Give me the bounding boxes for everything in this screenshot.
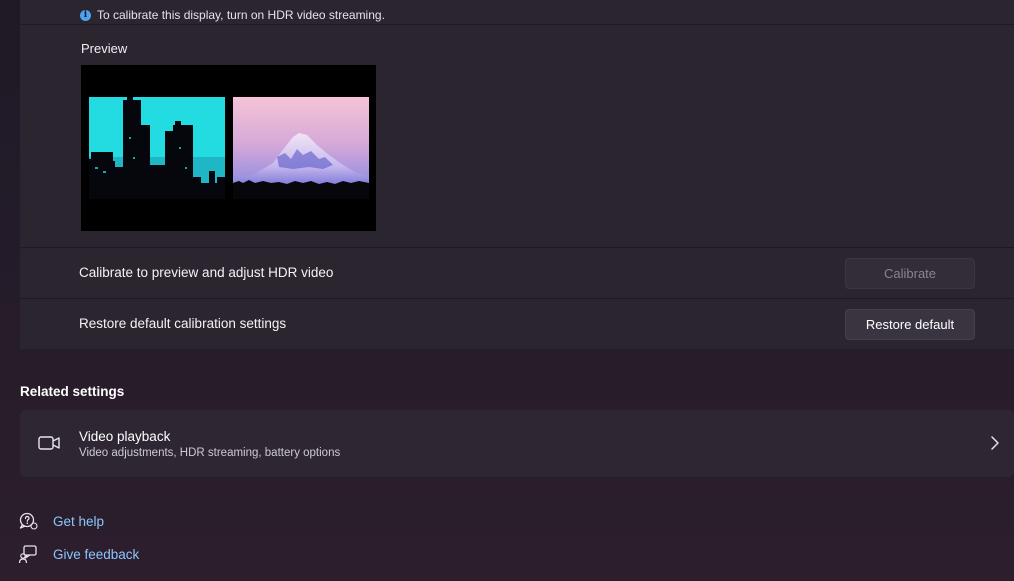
mountain-silhouette [233, 97, 369, 199]
preview-image [81, 65, 376, 231]
preview-label: Preview [81, 41, 128, 56]
calibrate-button[interactable]: Calibrate [845, 258, 975, 289]
give-feedback-link[interactable]: Give feedback [18, 543, 139, 565]
get-help-label: Get help [53, 513, 105, 529]
calibrate-row: Calibrate to preview and adjust HDR vide… [20, 248, 1014, 298]
feedback-icon [18, 545, 37, 564]
chevron-right-icon [991, 436, 999, 450]
help-chat-icon [19, 512, 38, 530]
give-feedback-label: Give feedback [53, 546, 140, 562]
video-playback-title: Video playback [79, 429, 171, 444]
restore-label: Restore default calibration settings [79, 316, 287, 331]
video-camera-icon [38, 436, 60, 450]
calibrate-label: Calibrate to preview and adjust HDR vide… [79, 265, 334, 280]
get-help-link[interactable]: Get help [18, 510, 104, 532]
restore-default-button[interactable]: Restore default [845, 309, 975, 340]
info-icon: i [80, 9, 91, 21]
info-message: i To calibrate this display, turn on HDR… [80, 8, 385, 22]
video-playback-item[interactable]: Video playback Video adjustments, HDR st… [20, 410, 1014, 477]
mountain-image [233, 97, 369, 199]
restore-row: Restore default calibration settings Res… [20, 299, 1014, 349]
info-text: To calibrate this display, turn on HDR v… [97, 8, 385, 22]
city-skyline-silhouette [89, 97, 225, 199]
video-playback-subtitle: Video adjustments, HDR streaming, batter… [79, 447, 341, 459]
city-skyline-image [89, 97, 225, 199]
hdr-video-card: i To calibrate this display, turn on HDR… [20, 0, 1014, 349]
preview-section: Preview [20, 25, 1014, 248]
related-settings-title: Related settings [20, 384, 125, 399]
